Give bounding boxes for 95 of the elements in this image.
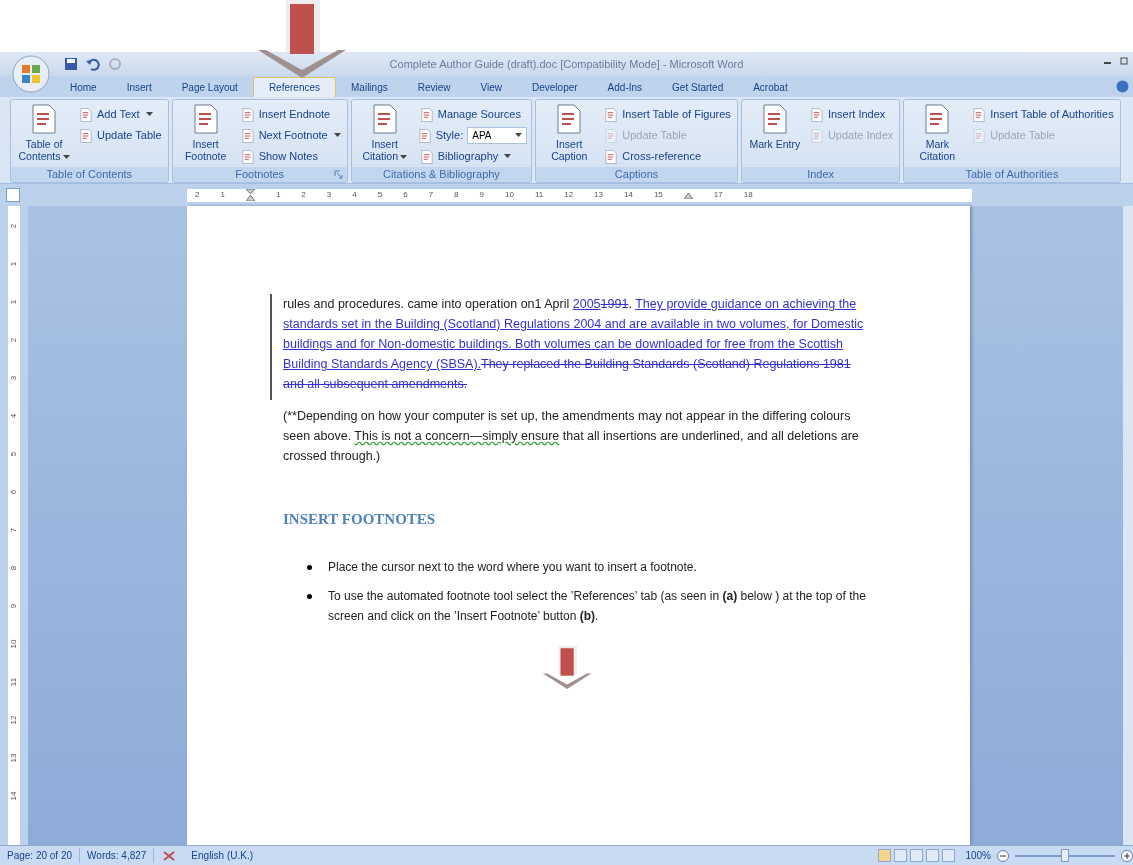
document-icon [417, 128, 432, 143]
document-icon [556, 104, 583, 134]
view-button[interactable] [878, 849, 892, 862]
document-icon [79, 128, 93, 143]
caret-icon [400, 154, 407, 160]
ribbon-large-button[interactable]: Mark Citation [908, 104, 967, 167]
paragraph: rules and procedures. came into operation on1 April 20051991. They provide guidance on achieving the standards set in the Building (Scotland) Regulations 2004 and are available in two volumes, for Domestic buildings and for Non-domestic buildings. Both volumes can be downloaded for free from the Scottish Building Standards Agency (SBSA).They replaced the Building Standards (Scotland) Regulations 1981 and all subsequent amendments. [283, 296, 865, 393]
zoom-in-icon[interactable] [1121, 849, 1133, 862]
document-icon [192, 104, 219, 134]
document-icon [31, 104, 57, 134]
ribbon-button[interactable]: Add Text [77, 104, 164, 125]
bullet-text: To use the automated footnote tool select the ’References’ tab (as seen in (a) below ) at the top of the screen and click on the ’Insert Footnote’ button (b). [328, 587, 867, 625]
ribbon-tab[interactable]: Review [402, 77, 466, 97]
horizontal-ruler: 2 1 1 2 3 4 5 6 7 8 9 10 11 12 13 14 15 17 18 [187, 188, 972, 202]
ribbon-button[interactable]: Cross-reference [602, 146, 733, 167]
tab-selector[interactable] [6, 188, 20, 202]
ribbon-button[interactable]: Insert Endnote [238, 104, 343, 125]
ribbon-tab[interactable]: Home [55, 77, 112, 97]
ribbon-tab[interactable]: Page Layout [166, 77, 253, 97]
document-icon [972, 128, 987, 143]
bullet-text: Place the cursor next to the word where you want to insert a footnote. [328, 558, 697, 576]
ribbon-tab[interactable]: Acrobat [738, 77, 803, 97]
group-label: Table of Contents [46, 167, 133, 182]
ribbon-tab[interactable]: View [465, 77, 517, 97]
style-dropdown[interactable]: APA [467, 127, 528, 144]
view-button[interactable] [894, 849, 908, 862]
restore-icon[interactable] [1120, 56, 1129, 65]
view-button[interactable] [926, 849, 940, 862]
ribbon-button[interactable]: Manage Sources [417, 104, 528, 125]
document-icon [924, 104, 951, 134]
document-icon [240, 107, 255, 122]
ribbon-button[interactable]: Insert Index [807, 104, 896, 125]
ribbon-large-button[interactable]: Insert Footnote [176, 104, 235, 167]
caret-icon [62, 154, 70, 160]
ribbon-button[interactable]: Insert Table of Authorities [970, 104, 1116, 125]
view-button[interactable] [942, 849, 956, 862]
document-icon [371, 104, 398, 134]
language-status[interactable]: English (U.K.) [184, 848, 261, 863]
caret-icon [333, 133, 341, 138]
word-count[interactable]: Words: 4,827 [80, 848, 155, 863]
ribbon-button[interactable]: Next Footnote [238, 125, 343, 146]
document-icon [604, 128, 619, 143]
view-button[interactable] [910, 849, 924, 862]
zoom-level[interactable]: 100% [965, 848, 991, 863]
ribbon-tab[interactable]: Mailings [336, 77, 403, 97]
window-title: Complete Author Guide (draft).doc [Compatibility Mode] - Microsoft Word [389, 56, 744, 72]
ribbon-button[interactable]: Bibliography [417, 146, 528, 167]
document-icon [419, 107, 434, 122]
group-label: Footnotes [235, 167, 285, 182]
ribbon-tab[interactable]: Get Started [657, 77, 739, 97]
ribbon-large-button[interactable]: Insert Citation [355, 104, 414, 167]
caret-icon [145, 112, 153, 117]
document-icon [761, 104, 788, 134]
caret-icon [504, 154, 512, 159]
ribbon-button[interactable]: Show Notes [238, 146, 343, 167]
ribbon-button[interactable]: Update Table [77, 125, 164, 146]
indent-marker-icon[interactable] [683, 191, 693, 199]
ribbon-large-button[interactable]: Table of Contents [15, 104, 73, 167]
paragraph: (**Depending on how your computer is set up, the amendments may not appear in the differing colours seen above. This is not a concern—simply ensure that all insertions are underlined, and all deletions are crossed through.) [283, 408, 860, 465]
document-icon [972, 107, 987, 122]
indent-marker-icon[interactable] [245, 189, 255, 201]
page-status[interactable]: Page: 20 of 20 [0, 848, 81, 863]
group-label: Table of Authorities [965, 167, 1059, 182]
section-heading: INSERT FOOTNOTES [283, 510, 437, 529]
ribbon-tab[interactable]: Add-Ins [592, 77, 658, 97]
document-icon [604, 107, 619, 122]
group-label: Captions [614, 167, 659, 182]
ribbon-tab[interactable]: Developer [517, 77, 593, 97]
document-icon [809, 128, 824, 143]
zoom-out-icon[interactable] [997, 849, 1009, 862]
caret-icon [515, 133, 523, 138]
zoom-slider-thumb[interactable] [1061, 848, 1069, 862]
ribbon-tab[interactable]: Insert [111, 77, 167, 97]
document-icon [809, 107, 824, 122]
vertical-scrollbar[interactable] [1123, 206, 1133, 845]
undo-icon[interactable] [86, 57, 100, 71]
group-label: Citations & Bibliography [383, 167, 500, 182]
bullet-icon [307, 593, 312, 599]
ribbon-tab[interactable]: References [252, 77, 336, 97]
proofing-icon[interactable] [162, 849, 177, 862]
document-icon [240, 128, 255, 143]
document-icon [240, 149, 255, 164]
document-icon [604, 149, 619, 164]
bullet-icon [307, 564, 312, 570]
ribbon-button[interactable]: Insert Table of Figures [602, 104, 733, 125]
group-label: Index [807, 167, 835, 182]
dialog-launcher-icon[interactable] [333, 170, 343, 179]
document-icon [419, 149, 434, 164]
document-icon [79, 107, 93, 122]
save-icon[interactable] [64, 57, 78, 71]
vertical-ruler: 2 1 1 2 3 4 5 6 7 8 9 10 11 12 13 14 [8, 206, 20, 845]
help-icon[interactable] [1116, 80, 1129, 93]
ribbon-large-button[interactable]: Insert Caption [540, 104, 599, 167]
style-label: Style: [435, 128, 464, 144]
ribbon-large-button[interactable]: Mark Entry [745, 104, 804, 167]
